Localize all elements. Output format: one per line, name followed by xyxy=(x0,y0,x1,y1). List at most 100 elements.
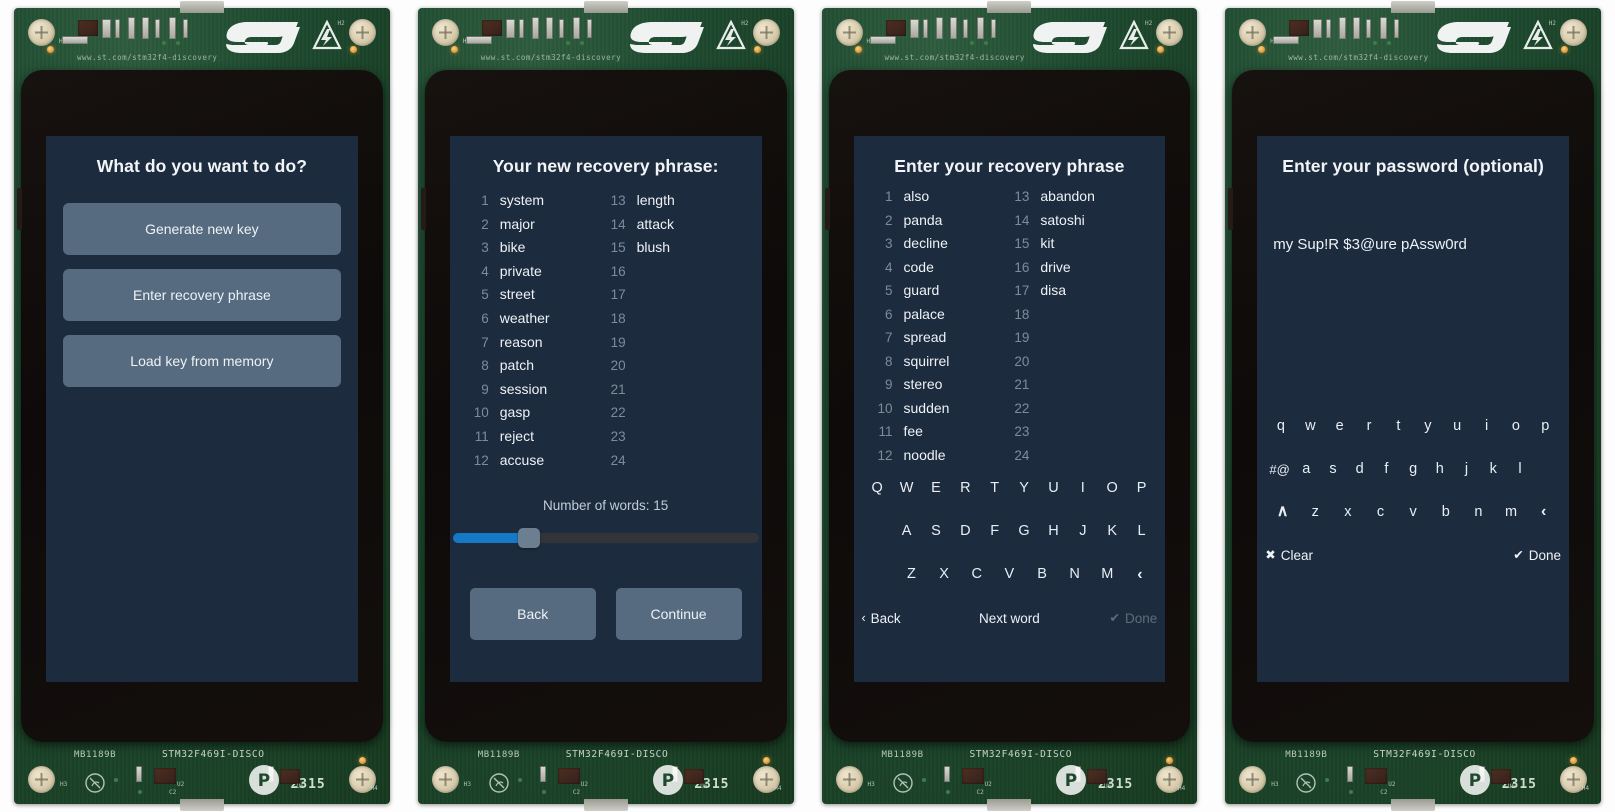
side-button[interactable] xyxy=(824,188,830,230)
word-value[interactable]: major xyxy=(500,213,607,236)
key-j[interactable]: J xyxy=(1068,524,1097,539)
key-u[interactable]: u xyxy=(1443,419,1472,434)
back-button[interactable]: Back xyxy=(469,588,596,641)
generate-new-key-button[interactable]: Generate new key xyxy=(63,203,341,255)
key-t[interactable]: t xyxy=(1384,419,1413,434)
word-value[interactable]: private xyxy=(500,260,607,283)
key-k[interactable]: K xyxy=(1098,524,1127,539)
key-s[interactable]: S xyxy=(921,524,950,539)
key-a[interactable]: A xyxy=(892,524,921,539)
clear-button[interactable]: ✖ Clear xyxy=(1265,548,1413,563)
continue-button[interactable]: Continue xyxy=(615,588,742,641)
word-value[interactable]: bike xyxy=(500,236,607,259)
key-y[interactable]: y xyxy=(1413,419,1442,434)
key-p[interactable]: P xyxy=(1127,481,1156,496)
word-value[interactable]: attack xyxy=(637,213,744,236)
key-l[interactable]: L xyxy=(1127,524,1156,539)
key-r[interactable]: R xyxy=(951,481,980,496)
word-value[interactable]: stereo xyxy=(904,373,1011,396)
word-value[interactable]: also xyxy=(904,185,1011,208)
word-value[interactable]: blush xyxy=(637,236,744,259)
key-c[interactable]: c xyxy=(1364,505,1397,520)
key-j[interactable]: j xyxy=(1453,462,1480,477)
word-value[interactable]: guard xyxy=(904,279,1011,302)
key-w[interactable]: W xyxy=(892,481,921,496)
word-value[interactable]: fee xyxy=(904,420,1011,443)
key-o[interactable]: o xyxy=(1501,419,1530,434)
key-m[interactable]: m xyxy=(1495,505,1528,520)
word-value[interactable]: length xyxy=(637,189,744,212)
key-i[interactable]: i xyxy=(1472,419,1501,434)
next-word-button[interactable]: Next word xyxy=(960,611,1059,626)
word-value[interactable]: palace xyxy=(904,303,1011,326)
side-button[interactable] xyxy=(420,188,426,230)
side-button[interactable] xyxy=(1228,188,1234,230)
key-g[interactable]: G xyxy=(1009,524,1038,539)
key-w[interactable]: w xyxy=(1296,419,1325,434)
key-h[interactable]: h xyxy=(1426,462,1453,477)
key-b[interactable]: B xyxy=(1026,567,1059,582)
key-v[interactable]: V xyxy=(993,567,1026,582)
key-q[interactable]: q xyxy=(1266,419,1295,434)
word-value[interactable]: drive xyxy=(1040,256,1147,279)
word-value[interactable]: spread xyxy=(904,326,1011,349)
key-i[interactable]: I xyxy=(1068,481,1097,496)
key-z[interactable]: z xyxy=(1299,505,1332,520)
key-q[interactable]: Q xyxy=(863,481,892,496)
key-e[interactable]: E xyxy=(921,481,950,496)
back-button[interactable]: ‹ Back xyxy=(862,611,961,626)
word-value[interactable]: satoshi xyxy=(1040,209,1147,232)
key-f[interactable]: F xyxy=(980,524,1009,539)
key-d[interactable]: d xyxy=(1346,462,1373,477)
key-m[interactable]: M xyxy=(1091,567,1124,582)
key-t[interactable]: T xyxy=(980,481,1009,496)
word-value[interactable]: squirrel xyxy=(904,350,1011,373)
key-l[interactable]: l xyxy=(1507,462,1534,477)
key-backspace[interactable]: ‹ xyxy=(1124,566,1157,583)
word-value[interactable]: panda xyxy=(904,209,1011,232)
word-value[interactable]: kit xyxy=(1040,232,1147,255)
key-backspace[interactable]: ‹ xyxy=(1527,504,1560,520)
word-value[interactable]: patch xyxy=(500,354,607,377)
key-x[interactable]: X xyxy=(928,567,961,582)
key-h[interactable]: H xyxy=(1039,524,1068,539)
word-value[interactable]: weather xyxy=(500,307,607,330)
key-p[interactable]: p xyxy=(1531,419,1560,434)
load-key-from-memory-button[interactable]: Load key from memory xyxy=(63,335,341,387)
key-o[interactable]: O xyxy=(1098,481,1127,496)
key-a[interactable]: a xyxy=(1293,462,1320,477)
word-value[interactable]: reject xyxy=(500,425,607,448)
key-c[interactable]: C xyxy=(960,567,993,582)
key-b[interactable]: b xyxy=(1429,505,1462,520)
done-button[interactable]: ✔ Done xyxy=(1413,548,1561,563)
word-value[interactable]: reason xyxy=(500,331,607,354)
word-value[interactable]: sudden xyxy=(904,397,1011,420)
key-e[interactable]: e xyxy=(1325,419,1354,434)
word-value[interactable]: noodle xyxy=(904,444,1011,467)
word-value[interactable]: system xyxy=(500,189,607,212)
key-y[interactable]: Y xyxy=(1009,481,1038,496)
key-s[interactable]: s xyxy=(1320,462,1347,477)
key-symbols[interactable]: #@ xyxy=(1266,463,1293,476)
key-d[interactable]: D xyxy=(951,524,980,539)
key-f[interactable]: f xyxy=(1373,462,1400,477)
key-k[interactable]: k xyxy=(1480,462,1507,477)
key-r[interactable]: r xyxy=(1354,419,1383,434)
key-g[interactable]: g xyxy=(1400,462,1427,477)
word-value[interactable]: disa xyxy=(1040,279,1147,302)
word-value[interactable]: accuse xyxy=(500,449,607,472)
key-n[interactable]: N xyxy=(1058,567,1091,582)
key-u[interactable]: U xyxy=(1039,481,1068,496)
word-count-slider[interactable] xyxy=(452,528,759,549)
key-v[interactable]: v xyxy=(1397,505,1430,520)
word-value[interactable]: gasp xyxy=(500,401,607,424)
word-value[interactable]: street xyxy=(500,283,607,306)
word-value[interactable]: session xyxy=(500,378,607,401)
side-button[interactable] xyxy=(17,188,22,230)
slider-knob[interactable] xyxy=(518,528,541,549)
done-button[interactable]: ✔ Done xyxy=(1059,611,1157,626)
word-value[interactable]: code xyxy=(904,256,1011,279)
key-shift[interactable]: ∧ xyxy=(1266,504,1299,520)
password-field[interactable]: my Sup!R $3@ure pAssw0rd xyxy=(1257,177,1569,255)
key-n[interactable]: n xyxy=(1462,505,1495,520)
